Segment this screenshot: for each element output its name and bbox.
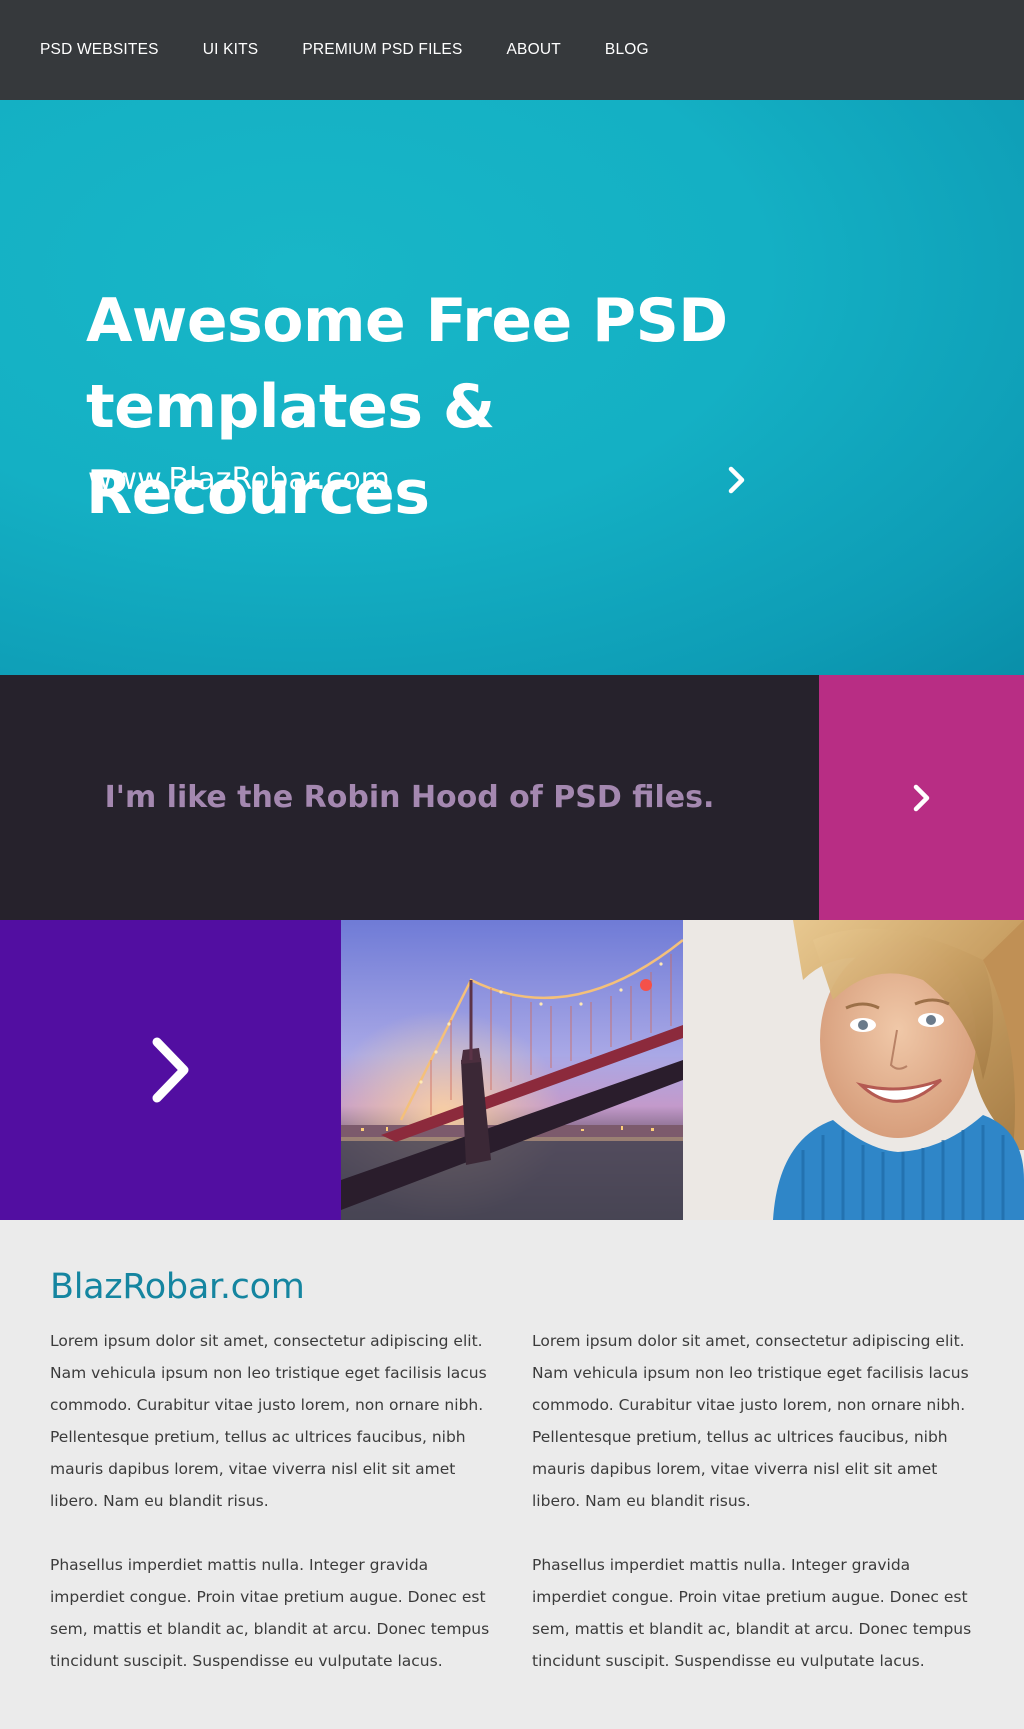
nav-item-psd-websites[interactable]: PSD WEBSITES xyxy=(40,41,159,59)
feature-tiles xyxy=(0,920,1024,1220)
content-paragraph: Phasellus imperdiet mattis nulla. Intege… xyxy=(532,1556,972,1670)
hero-title-line1: Awesome Free PSD xyxy=(86,286,728,356)
nav-menu: PSD WEBSITES UI KITS PREMIUM PSD FILES A… xyxy=(40,41,693,59)
content-paragraph: Lorem ipsum dolor sit amet, consectetur … xyxy=(50,1332,487,1510)
hero-url-link[interactable]: www.BlazRobar.com xyxy=(88,462,390,498)
nav-item-about[interactable]: ABOUT xyxy=(507,41,561,59)
chevron-right-icon xyxy=(913,784,930,812)
content-column-left: Lorem ipsum dolor sit amet, consectetur … xyxy=(50,1325,495,1709)
top-navigation: PSD WEBSITES UI KITS PREMIUM PSD FILES A… xyxy=(0,0,1024,100)
content-column-right: Lorem ipsum dolor sit amet, consectetur … xyxy=(532,1325,977,1709)
quote-cta-button[interactable] xyxy=(819,675,1024,920)
purple-arrow-tile[interactable] xyxy=(0,920,341,1220)
content-title: BlazRobar.com xyxy=(50,1267,305,1307)
content-section: BlazRobar.com Lorem ipsum dolor sit amet… xyxy=(0,1220,1024,1729)
nav-item-premium-psd-files[interactable]: PREMIUM PSD FILES xyxy=(302,41,462,59)
content-paragraph: Lorem ipsum dolor sit amet, consectetur … xyxy=(532,1332,969,1510)
nav-item-ui-kits[interactable]: UI KITS xyxy=(203,41,259,59)
chevron-right-icon[interactable] xyxy=(722,462,752,498)
nav-item-blog[interactable]: BLOG xyxy=(605,41,649,59)
chevron-right-icon xyxy=(152,1037,189,1103)
hero-title-line2: templates & Recources xyxy=(86,372,495,528)
content-paragraph: Phasellus imperdiet mattis nulla. Intege… xyxy=(50,1556,490,1670)
bridge-image xyxy=(341,920,683,1220)
quote-band: I'm like the Robin Hood of PSD files. xyxy=(0,675,819,920)
portrait-image xyxy=(683,920,1024,1220)
hero-banner: Awesome Free PSD templates & Recources w… xyxy=(0,100,1024,675)
quote-text: I'm like the Robin Hood of PSD files. xyxy=(104,780,715,815)
